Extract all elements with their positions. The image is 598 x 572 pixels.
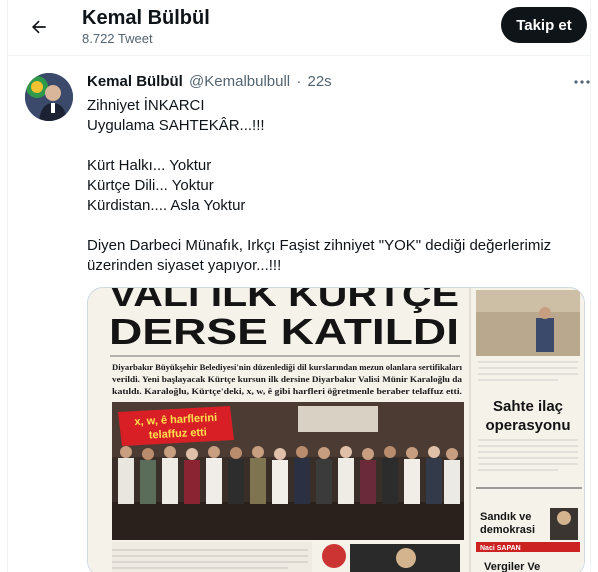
follow-button[interactable]: Takip et (501, 7, 587, 43)
side-headline-1: Sahte ilaç (493, 398, 563, 415)
author-name[interactable]: Kemal Bülbül (87, 73, 183, 90)
more-button[interactable] (571, 72, 593, 92)
side-box-title-2: demokrasi (480, 524, 535, 536)
lead-line: katıldı. Karaloğlu, Kürtçe'deki, x, w, ê… (112, 386, 462, 396)
author-handle[interactable]: @Kemalbulbull (189, 73, 290, 90)
tweet-media[interactable]: VALİ İLK KÜRTÇE DERSE KATILDI Diyarbakır… (87, 287, 585, 572)
headline: DERSE KATILDI (109, 311, 459, 352)
header-divider (8, 55, 590, 56)
tweet-line: Uygulama SAHTEKÂR...!!! (87, 117, 265, 134)
profile-header: Kemal Bülbül 8.722 Tweet Takip et (8, 0, 590, 53)
back-button[interactable] (22, 10, 56, 44)
tweet-count: 8.722 Tweet (82, 31, 153, 46)
tweet-time[interactable]: 22s (308, 73, 332, 90)
lead-line: Diyarbakır Büyükşehir Belediyesi'nin düz… (112, 362, 463, 372)
side-headline-2: operasyonu (485, 417, 570, 434)
profile-name: Kemal Bülbül (82, 7, 210, 29)
avatar[interactable] (25, 73, 73, 121)
side-box-author: Naci SAPAN (480, 545, 521, 552)
left-border (7, 0, 8, 572)
tweet-text: Zihniyet İNKARCI Uygulama SAHTEKÂR...!!!… (87, 96, 577, 276)
meta-separator: · (296, 73, 302, 90)
tweet-line: Kürtçe Dili... Yoktur (87, 177, 214, 194)
side-box-title-1: Sandık ve (480, 511, 531, 523)
lead-line: verildi. Yeni başlayacak Kürtçe kursun i… (112, 374, 463, 384)
tweet-line: Diyen Darbeci Münafık, Irkçı Faşist zihn… (87, 237, 552, 254)
tweet-line-gap (87, 136, 577, 156)
tweet-line-gap (87, 216, 577, 236)
tweet-line: Zihniyet İNKARCI (87, 97, 205, 114)
tweet-line: Kürdistan.... Asla Yoktur (87, 197, 246, 214)
side-bottom-headline: Vergiler Ve (484, 561, 540, 572)
tweet-line: üzerinden siyaset yapıyor...!!! (87, 257, 282, 274)
arrow-left-icon (31, 20, 46, 34)
tweet-line: Kürt Halkı... Yoktur (87, 157, 212, 174)
more-horizontal-icon (574, 80, 590, 84)
newspaper-clipping: VALİ İLK KÜRTÇE DERSE KATILDI Diyarbakır… (88, 288, 584, 572)
tweet-header: Kemal Bülbül @Kemalbulbull · 22s (87, 73, 332, 90)
